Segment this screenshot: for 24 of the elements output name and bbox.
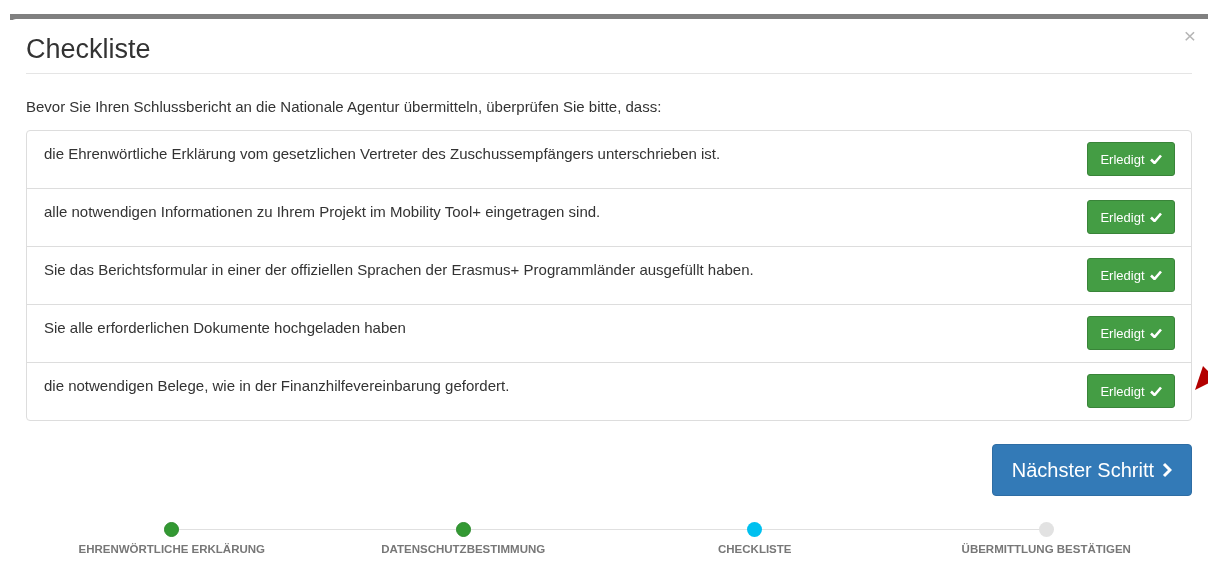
check-icon: [1149, 270, 1162, 280]
step-label: ÜBERMITTLUNG BESTÄTIGEN: [961, 543, 1131, 555]
check-icon: [1149, 328, 1162, 338]
done-button[interactable]: Erledigt: [1087, 258, 1175, 292]
chevron-right-icon: [1162, 462, 1172, 478]
intro-text: Bevor Sie Ihren Schlussbericht an die Nationale Agentur übermitteln, überprüfen Sie bitte, dass:: [26, 98, 663, 115]
done-button[interactable]: Erledigt: [1087, 200, 1175, 234]
dialog-title: Checkliste: [26, 33, 151, 66]
checklist-item: Sie das Berichtsformular in einer der offiziellen Sprachen der Erasmus+ Programmländer ausgefüllt haben.: [44, 260, 754, 278]
close-button[interactable]: ×: [1183, 19, 1196, 46]
checklist-item: Sie alle erforderlichen Dokumente hochgeladen haben: [44, 318, 406, 336]
step-label: EHRENWÖRTLICHE ERKLÄRUNG: [78, 543, 266, 555]
check-icon: [1149, 386, 1162, 396]
next-step-button[interactable]: Nächster Schritt: [991, 444, 1192, 496]
step-label: CHECKLISTE: [718, 543, 792, 555]
checklist-item: die Ehrenwörtliche Erklärung vom gesetzlichen Vertreter des Zuschussempfängers unterschrieben ist.: [44, 144, 721, 162]
checklist-item: alle notwendigen Informationen zu Ihrem Projekt im Mobility Tool+ eingetragen sind.: [44, 202, 601, 220]
step-label: DATENSCHUTZBESTIMMUNG: [381, 543, 546, 555]
check-icon: [1149, 154, 1162, 164]
check-icon: [1149, 212, 1162, 222]
checklist-item: die notwendigen Belege, wie in der Finanzhilfevereinbarung gefordert.: [44, 376, 510, 394]
done-button[interactable]: Erledigt: [1087, 142, 1175, 176]
done-button[interactable]: Erledigt: [1087, 374, 1175, 408]
done-button[interactable]: Erledigt: [1087, 316, 1175, 350]
